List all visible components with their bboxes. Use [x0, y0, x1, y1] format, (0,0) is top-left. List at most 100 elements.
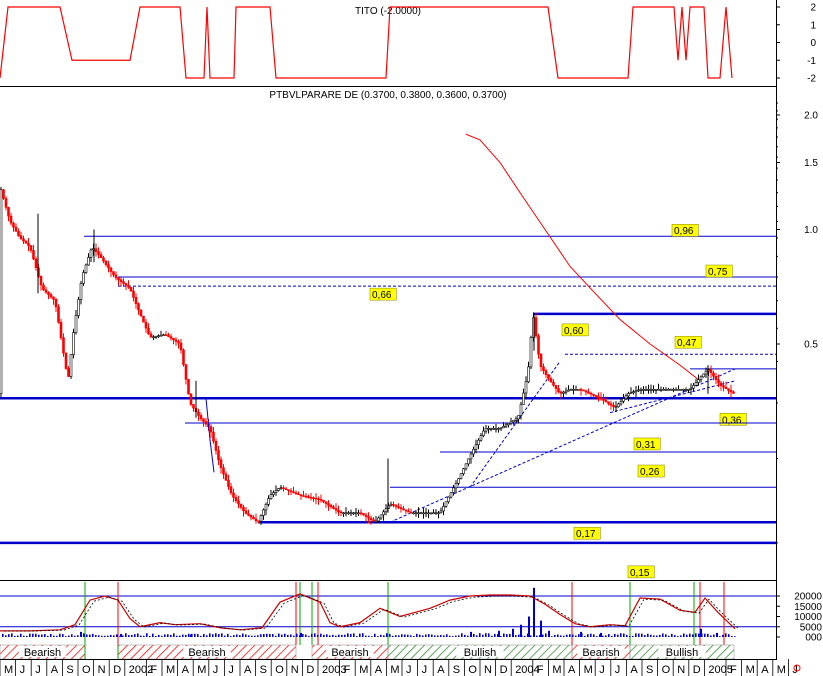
volume-bar [236, 634, 238, 637]
volume-bar [443, 635, 445, 637]
volume-bar [203, 633, 205, 637]
candle-body [229, 486, 233, 494]
candle-body [327, 503, 330, 506]
candle-body [514, 418, 518, 421]
candle-body [589, 392, 593, 395]
candle-body [122, 281, 125, 284]
candle-body [57, 306, 60, 323]
volume-bar [338, 634, 340, 637]
candle-body [722, 385, 725, 388]
candle-body [107, 264, 110, 269]
volume-bar [206, 635, 208, 637]
candle-body [474, 444, 478, 450]
volume-bar [296, 633, 298, 637]
candle-body [237, 500, 240, 505]
candle-body [347, 512, 350, 515]
candle-body [604, 400, 608, 403]
volume-bar [398, 635, 400, 637]
volume-bar [242, 633, 244, 637]
candle-body [24, 240, 28, 244]
volume-bar [53, 635, 55, 637]
volume-bar [431, 634, 433, 637]
volume-bar [428, 634, 430, 637]
level-label: 0,96 [674, 226, 694, 237]
candle-body [559, 391, 563, 394]
candle-body [477, 439, 480, 446]
candle-body [487, 428, 490, 430]
candle-body [254, 518, 258, 522]
volume-bar [98, 635, 100, 637]
candle-body [217, 450, 220, 461]
volume-bar [308, 635, 310, 637]
candle-body [442, 506, 445, 512]
volume-bar [143, 635, 145, 637]
volume-bar [314, 633, 316, 637]
volume-bar [446, 634, 448, 637]
x-tick-label: M [390, 664, 399, 676]
volume-bar [230, 636, 232, 637]
candle-body [497, 428, 500, 430]
candle-body [574, 389, 578, 391]
volume-bar [425, 634, 427, 637]
candle-body [669, 389, 673, 391]
candle-body [392, 503, 395, 506]
volume-bar [80, 631, 82, 637]
volume-bar [83, 633, 85, 637]
price-tick-label: 1.0 [804, 225, 818, 236]
candle-body [412, 512, 415, 515]
candle-body [239, 503, 243, 508]
candle-body [592, 393, 595, 396]
candle-body [419, 512, 423, 515]
volume-bar [305, 634, 307, 637]
x-tick-label: M [552, 664, 561, 676]
volume-bar [470, 631, 472, 637]
volume-bar [506, 634, 508, 637]
signal-label: Bearish [188, 647, 225, 659]
candle-body [257, 520, 260, 523]
candle-body [42, 284, 45, 291]
volume-bar [389, 633, 391, 637]
x-tick-label: M [359, 664, 368, 676]
candle-body [7, 207, 10, 217]
candle-body [159, 334, 163, 337]
candle-body [364, 514, 368, 517]
volume-bar [662, 633, 664, 637]
candle-body [509, 421, 513, 424]
volume-bar [677, 636, 679, 637]
volume-bar [137, 633, 139, 637]
volume-bar [467, 635, 469, 637]
volume-bar [716, 632, 718, 637]
candle-body [534, 317, 538, 337]
candle-body [627, 393, 630, 397]
x-tick-label: J [20, 664, 26, 676]
x-tick-label: J [599, 664, 605, 676]
candle-body [472, 448, 475, 455]
x-tick-label: F [730, 664, 737, 676]
x-tick-label: J [422, 664, 428, 676]
candle-body [309, 496, 313, 499]
volume-bar [86, 634, 88, 637]
volume-bar [725, 633, 727, 637]
candle-body [262, 509, 265, 516]
volume-bar [641, 633, 643, 637]
volume-bar [710, 635, 712, 637]
candle-body [289, 490, 293, 493]
volume-bar [158, 634, 160, 637]
candle-body [94, 248, 98, 252]
volume-bar [74, 635, 76, 637]
signal-label: Bearish [24, 647, 61, 659]
candle-body [584, 390, 588, 393]
candle-body [214, 440, 218, 451]
candle-body [339, 511, 343, 514]
candle-body [197, 411, 200, 416]
volume-bar [713, 634, 715, 637]
candle-body [379, 514, 383, 519]
volume-bar [239, 635, 241, 637]
volume-bar [353, 633, 355, 637]
volume-bar [32, 633, 34, 637]
candle-body [624, 395, 628, 399]
volume-bar [179, 635, 181, 637]
candle-body [297, 493, 300, 496]
candle-body [727, 388, 730, 391]
candle-body [32, 250, 35, 260]
